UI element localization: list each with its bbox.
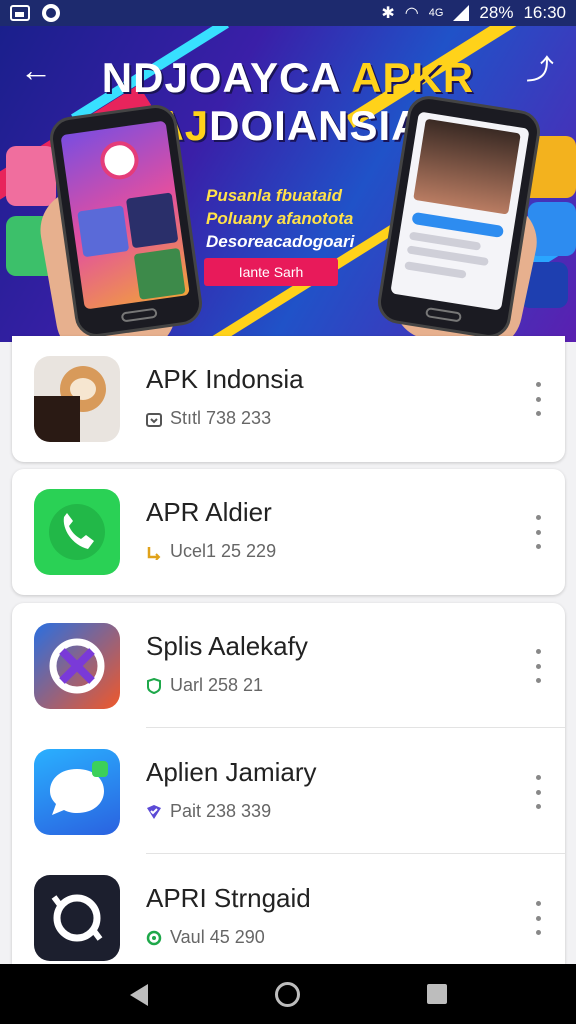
battery-level: 28% [479,3,514,22]
corner-arrow-icon [147,546,161,560]
app-meta: Ucel1 25 229 [146,541,276,562]
app-meta-text: Vaul 45 290 [170,927,265,947]
system-nav-bar [0,964,576,1024]
clock: 16:30 [523,3,566,22]
app-name: Aplien Jamiary [146,757,317,787]
overflow-menu-icon[interactable] [529,901,547,935]
list-item[interactable]: APRI Strngaid Vaul 45 290 [12,855,565,981]
app-logo-icon [98,138,141,182]
app-meta-text: Ucel1 25 229 [170,541,277,561]
refresh-icon [146,930,162,945]
list-item[interactable]: APR Aldier Ucel1 25 229 [12,469,565,595]
shield-icon [147,677,161,694]
cross-app-icon [34,623,120,709]
app-list-card: Splis Aalekafy Uarl 258 21 Aplien Jamiar… [12,603,565,964]
app-meta: Stıtl 738 233 [146,408,271,429]
divider [146,727,565,728]
list-item[interactable]: Splis Aalekafy Uarl 258 21 [12,603,565,729]
app-name: Splis Aalekafy [146,631,308,661]
nav-recents-icon[interactable] [427,984,447,1004]
app-card: APK Indonsia Stıtl 738 233 [12,336,565,462]
banner-title-part: NDJOAYCA [101,54,341,101]
chat-app-icon [34,749,120,835]
banner-tagline: Poluany afanotota [206,209,354,228]
signal-icon [453,5,470,21]
banner-title-line1: NDJOAYCA APKR [0,54,576,102]
nav-back-icon[interactable] [130,984,148,1006]
nav-home-icon[interactable] [275,982,300,1007]
overflow-menu-icon[interactable] [529,382,547,416]
ui-bar [404,261,467,279]
photo-tile [125,192,179,249]
photo-tile [133,247,186,300]
promo-banner[interactable]: ← ⤴ NDJOAYCA APKR AJDOIANSIA Pusanla fbu… [0,26,576,342]
list-item[interactable]: Aplien Jamiary Pait 238 339 [12,729,565,855]
download-box-icon [146,412,162,427]
app-name: APR Aldier [146,497,272,527]
banner-tagline: Pusanla fbuataid [206,186,343,205]
overflow-menu-icon[interactable] [529,649,547,683]
wifi-icon: ◠ [404,5,419,22]
app-name: APRI Strngaid [146,883,311,913]
banner-title-part: DOIANSIA [209,102,423,149]
overflow-menu-icon[interactable] [529,515,547,549]
network-type-label: 4G [428,7,444,19]
sync-app-icon [34,875,120,961]
phone-app-icon [34,489,120,575]
check-badge-icon [147,804,161,819]
photo-tile [77,205,130,258]
app-notification-icon [42,4,60,22]
app-meta: Pait 238 339 [146,801,271,822]
bluetooth-icon: ✱ [381,5,395,22]
app-card: APR Aldier Ucel1 25 229 [12,469,565,595]
banner-avatar-tile [6,146,56,206]
gallery-notification-icon [10,5,30,21]
banner-tagline: Desoreacadogoari [206,232,355,251]
app-meta-text: Pait 238 339 [170,801,272,821]
app-meta: Uarl 258 21 [146,675,263,696]
overflow-menu-icon[interactable] [529,775,547,809]
status-bar: ✱ ◠ 4G 28% 16:30 [0,0,576,26]
screen: ✱ ◠ 4G 28% 16:30 ← ⤴ NDJOAYCA APKR AJDOI… [0,0,576,1024]
divider [146,853,565,854]
app-meta: Vaul 45 290 [146,927,265,948]
app-meta-text: Uarl 258 21 [170,675,264,695]
fox-app-icon [34,356,120,442]
banner-cta-button[interactable]: Iante Sarh [204,258,338,286]
portrait-photo [413,118,521,215]
app-name: APK Indonsia [146,364,304,394]
list-item[interactable]: APK Indonsia Stıtl 738 233 [12,336,565,462]
app-meta-text: Stıtl 738 233 [170,408,272,428]
banner-title-part: APKR [351,54,475,101]
